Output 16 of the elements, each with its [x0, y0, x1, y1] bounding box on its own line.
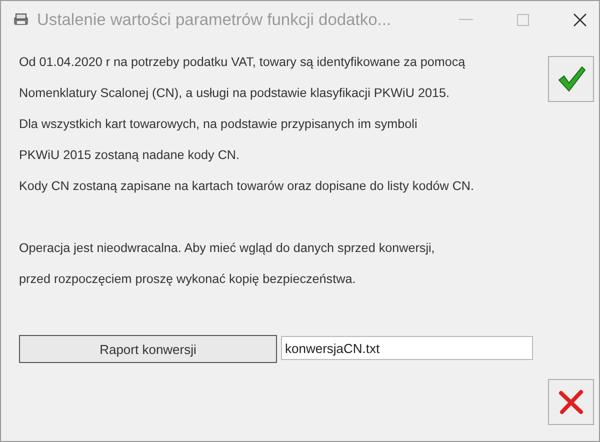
message-line: Operacja jest nieodwracalna. Aby mieć wgląd do danych sprzed konwersji,	[19, 240, 436, 257]
message-line: przed rozpoczęciem proszę wykonać kopię bezpieczeństwa.	[19, 271, 357, 288]
file-name-field[interactable]: konwersjaCN.txt	[281, 336, 533, 360]
check-icon	[556, 64, 586, 94]
printer-icon	[13, 13, 29, 27]
cancel-button[interactable]	[548, 379, 594, 425]
message-line: Nomenklatury Scalonej (CN), a usługi na podstawie klasyfikacji PKWiU 2015.	[19, 85, 450, 102]
confirm-button[interactable]	[548, 56, 594, 102]
report-button[interactable]: Raport konwersji	[19, 335, 277, 363]
window-title: Ustalenie wartości parametrów funkcji dodatko...	[37, 10, 392, 30]
message-line: Kody CN zostaną zapisane na kartach towarów oraz dopisane do listy kodów CN.	[19, 178, 476, 195]
x-icon	[557, 388, 585, 416]
message-line: Od 01.04.2020 r na potrzeby podatku VAT, towary są identyfikowane za pomocą	[19, 54, 466, 71]
message-line: Dla wszystkich kart towarowych, na podstawie przypisanych im symboli	[19, 116, 418, 133]
close-icon[interactable]	[573, 13, 587, 27]
message-line: PKWiU 2015 zostaną nadane kody CN.	[19, 147, 241, 164]
